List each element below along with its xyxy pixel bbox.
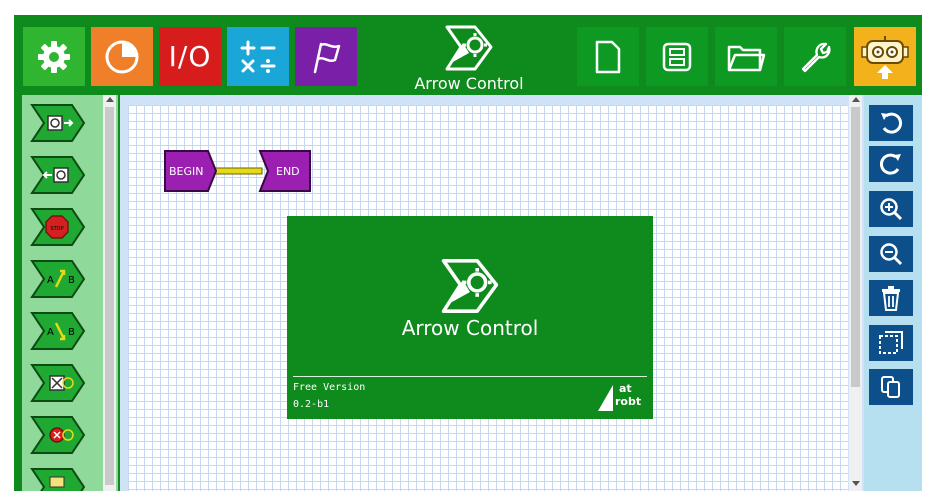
zoom-in-button[interactable] [869,191,913,227]
flag-button[interactable] [295,27,357,86]
palette-scrollbar[interactable] [103,95,116,491]
io-button[interactable]: I/O [159,27,221,86]
brand-at-text: at [619,382,632,395]
splash-edition: Free Version [293,382,366,393]
settings-button[interactable] [23,27,85,86]
copy-button[interactable] [869,369,913,405]
math-button[interactable] [227,27,289,86]
save-icon [662,42,692,71]
robot-upload-icon [861,35,909,79]
splash-title: Arrow Control [401,316,539,340]
splash-screen[interactable]: Arrow Control Free Version 0.2-b1 at rob… [287,216,653,419]
trash-icon [882,286,900,311]
stop-sign-icon: STOP [45,215,69,239]
pie-clock-icon [105,40,139,73]
palette-item-a-to-b-up[interactable]: A B [31,260,85,298]
splash-divider [293,376,647,377]
arrow-control-gear-logo-icon [441,259,499,313]
zoom-out-button[interactable] [869,236,913,272]
palette-item-servo[interactable] [31,364,85,402]
svg-text:B: B [68,327,75,338]
canvas-scroll-thumb[interactable] [851,107,860,387]
scroll-up-arrow-icon[interactable] [106,97,114,102]
undo-icon [881,112,902,134]
gear-icon [38,40,70,73]
arrow-control-gear-logo-icon [445,25,493,71]
palette-scroll-thumb[interactable] [105,107,114,485]
delete-button[interactable] [869,280,913,316]
brand-robt-text: robt [615,395,642,408]
palette-blocks: STOP A B A B [31,104,85,491]
brand-logo: at robt [597,382,647,412]
timer-button[interactable] [91,27,153,86]
action-panel [864,95,922,491]
flag-icon [313,42,341,73]
end-block[interactable]: END [258,150,311,192]
new-file-button[interactable] [577,27,639,86]
palette-item-servo-stop[interactable] [31,416,85,454]
begin-block[interactable]: BEGIN [164,150,218,192]
open-button[interactable] [715,27,777,86]
svg-text:BEGIN: BEGIN [169,165,204,178]
scroll-down-arrow-icon[interactable] [852,481,860,486]
svg-text:END: END [276,165,300,178]
flow-connector[interactable] [211,167,263,175]
redo-button[interactable] [869,146,913,182]
palette-item-stop[interactable]: STOP [31,208,85,246]
io-icon: I/O [168,40,212,73]
app-title-block: Arrow Control [394,21,544,93]
redo-icon [880,153,901,175]
flow-program: BEGIN END [164,150,311,192]
svg-text:A: A [47,275,54,286]
zoom-out-icon [880,243,903,266]
svg-text:STOP: STOP [50,226,63,232]
scroll-up-arrow-icon[interactable] [852,97,860,102]
select-area-icon [879,331,903,354]
tools-button[interactable] [784,27,846,86]
new-file-icon [595,40,621,73]
svg-text:A: A [47,327,54,338]
upload-robot-button[interactable] [854,27,916,86]
select-button[interactable] [869,325,913,361]
palette-item-motor-forward[interactable] [31,104,85,142]
splash-version: 0.2-b1 [293,399,330,410]
svg-text:B: B [68,275,75,286]
folder-icon [727,45,766,71]
undo-button[interactable] [869,105,913,141]
app-window: I/O Arrow Control STOP A B A B BEGIN END… [0,0,936,491]
canvas-scrollbar[interactable] [849,95,862,491]
zoom-in-icon [880,198,903,221]
wrench-icon [801,42,831,72]
palette-item-motor-reverse[interactable] [31,156,85,194]
copy-icon [881,376,900,398]
save-button[interactable] [646,27,708,86]
math-operators-icon [240,40,276,73]
palette-item-a-to-b-down[interactable]: A B [31,312,85,350]
app-title: Arrow Control [414,74,524,93]
palette-item-partial[interactable] [31,468,85,491]
partial-block-icon [49,476,65,488]
